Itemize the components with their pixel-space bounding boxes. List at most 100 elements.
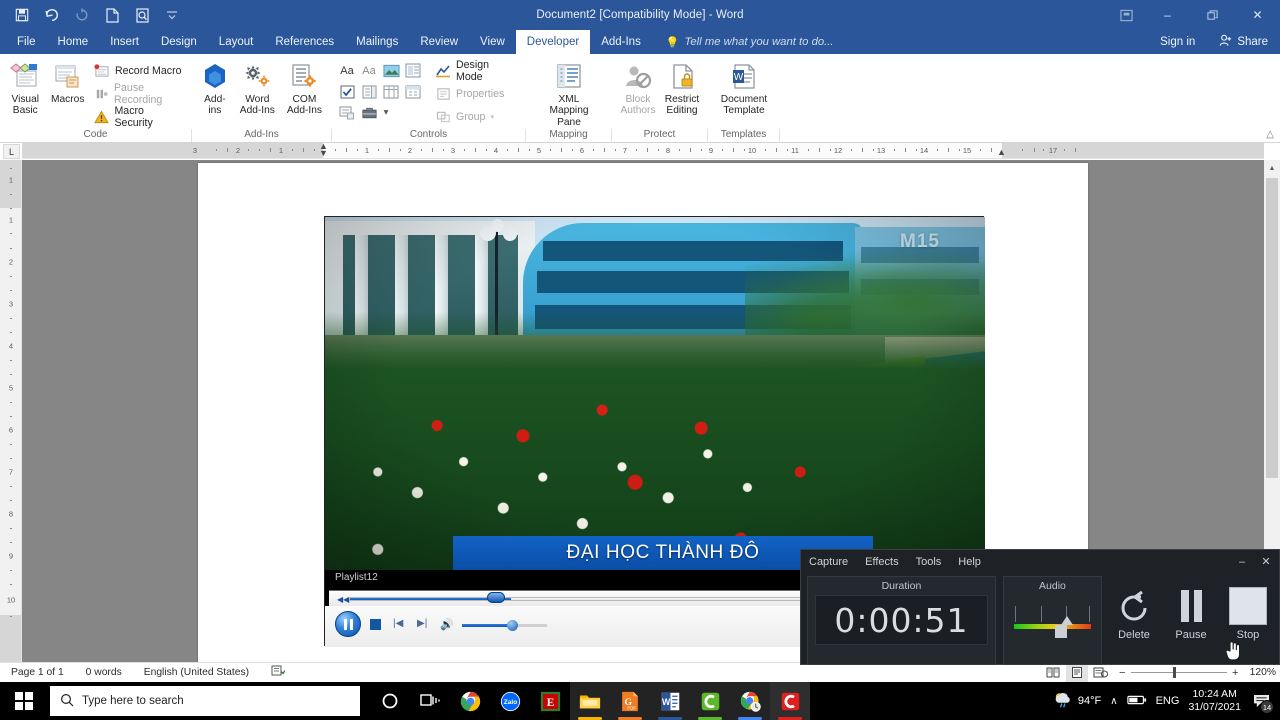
picture-content-control[interactable] bbox=[381, 61, 401, 80]
tab-view[interactable]: View bbox=[469, 30, 516, 54]
ribbon-display-options-icon[interactable] bbox=[1107, 0, 1145, 30]
macros-button[interactable]: Macros bbox=[47, 58, 87, 105]
tab-file[interactable]: File bbox=[6, 30, 47, 54]
date-picker-content-control[interactable] bbox=[403, 82, 423, 101]
audio-level-thumb[interactable] bbox=[1060, 616, 1073, 625]
camtasia-recorder-window[interactable]: Capture Effects Tools Help – ✕ Duration … bbox=[800, 549, 1280, 665]
zoom-thumb[interactable] bbox=[1172, 667, 1176, 678]
zoom-in-button[interactable]: + bbox=[1231, 667, 1240, 679]
tab-developer[interactable]: Developer bbox=[515, 30, 591, 54]
restrict-editing-button[interactable]: Restrict Editing bbox=[661, 58, 703, 117]
restore-button[interactable] bbox=[1190, 0, 1235, 30]
tab-add-ins[interactable]: Add-Ins bbox=[590, 30, 652, 54]
start-button[interactable] bbox=[0, 682, 48, 720]
next-button[interactable]: ▶| bbox=[417, 618, 427, 629]
battery-icon[interactable] bbox=[1126, 694, 1147, 709]
zoom-slider[interactable]: − + bbox=[1118, 667, 1240, 679]
combo-box-content-control[interactable] bbox=[359, 82, 379, 101]
repeating-section-content-control[interactable] bbox=[337, 103, 357, 122]
rich-text-content-control[interactable]: Aa bbox=[337, 61, 357, 80]
eclipse-icon[interactable]: E bbox=[530, 682, 570, 720]
audio-level-thumb-body[interactable] bbox=[1054, 625, 1067, 638]
camtasia-studio-icon[interactable] bbox=[690, 682, 730, 720]
tab-review[interactable]: Review bbox=[409, 30, 469, 54]
language-indicator[interactable]: English (United States) bbox=[133, 667, 260, 678]
proofing-errors-icon[interactable] bbox=[260, 665, 296, 680]
scroll-up-button[interactable]: ▲ bbox=[1264, 160, 1280, 176]
weather-widget[interactable]: 94°F bbox=[1053, 691, 1101, 712]
tab-insert[interactable]: Insert bbox=[99, 30, 150, 54]
play-pause-button[interactable] bbox=[335, 611, 361, 637]
mute-button[interactable]: 🔊 bbox=[440, 618, 454, 631]
google-chrome-icon[interactable] bbox=[450, 682, 490, 720]
recorder-minimize-button[interactable]: – bbox=[1231, 550, 1253, 573]
zoom-out-button[interactable]: − bbox=[1118, 667, 1127, 679]
chrome-secondary-icon[interactable] bbox=[730, 682, 770, 720]
add-ins-button[interactable]: Add- ins bbox=[197, 58, 233, 117]
document-template-button[interactable]: W Document Template bbox=[713, 58, 775, 117]
camtasia-recorder-icon[interactable] bbox=[770, 682, 810, 720]
scrollbar-thumb[interactable] bbox=[1266, 178, 1278, 478]
menu-help[interactable]: Help bbox=[958, 556, 981, 568]
drop-down-list-content-control[interactable] bbox=[381, 82, 401, 101]
word-add-ins-button[interactable]: Word Add-Ins bbox=[235, 58, 280, 117]
stop-button[interactable] bbox=[370, 619, 381, 630]
tab-layout[interactable]: Layout bbox=[208, 30, 265, 54]
vertical-ruler[interactable]: 1 1 2 3 4 5 6 7 8 9 10 bbox=[0, 160, 22, 662]
horizontal-ruler[interactable]: 3 2 1 1 2 3 4 5 6 7 8 9 10 11 12 13 14 1… bbox=[22, 143, 1264, 159]
tab-mailings[interactable]: Mailings bbox=[345, 30, 409, 54]
previous-button[interactable]: |◀ bbox=[393, 618, 403, 629]
menu-tools[interactable]: Tools bbox=[916, 556, 942, 568]
stop-button[interactable]: Stop bbox=[1223, 586, 1273, 641]
file-explorer-icon[interactable] bbox=[570, 682, 610, 720]
pdf-app-icon[interactable]: G PDF bbox=[610, 682, 650, 720]
delete-button[interactable]: Delete bbox=[1109, 586, 1159, 641]
tab-design[interactable]: Design bbox=[150, 30, 208, 54]
task-view-icon[interactable] bbox=[410, 682, 450, 720]
page-indicator[interactable]: Page 1 of 1 bbox=[0, 667, 75, 678]
language-indicator[interactable]: ENG bbox=[1156, 695, 1180, 707]
read-mode-view-button[interactable] bbox=[1042, 664, 1064, 682]
action-center-icon[interactable]: 14 bbox=[1250, 690, 1274, 714]
video-display[interactable]: M15 ĐẠI HỌC THÀNH ĐÔ bbox=[325, 217, 985, 570]
collapse-ribbon-icon[interactable]: △ bbox=[1266, 129, 1274, 140]
menu-effects[interactable]: Effects bbox=[865, 556, 898, 568]
right-indent-marker[interactable]: ▲ bbox=[997, 147, 1006, 157]
microsoft-word-icon[interactable]: W bbox=[650, 682, 690, 720]
building-block-gallery-content-control[interactable] bbox=[403, 61, 423, 80]
zoom-track[interactable] bbox=[1130, 667, 1227, 678]
chevron-down-icon[interactable]: ▾ bbox=[381, 103, 391, 122]
pause-button[interactable]: Pause bbox=[1166, 586, 1216, 641]
com-add-ins-button[interactable]: COM Add-Ins bbox=[282, 58, 327, 117]
menu-capture[interactable]: Capture bbox=[809, 556, 848, 568]
cortana-icon[interactable] bbox=[370, 682, 410, 720]
tab-references[interactable]: References bbox=[264, 30, 345, 54]
record-macro-button[interactable]: Record Macro bbox=[90, 60, 187, 81]
audio-meter[interactable] bbox=[1012, 600, 1093, 644]
visual-basic-button[interactable]: Visual Basic bbox=[5, 58, 45, 117]
minimize-button[interactable]: – bbox=[1145, 0, 1190, 30]
volume-slider[interactable] bbox=[462, 620, 547, 631]
sign-in-button[interactable]: Sign in bbox=[1154, 36, 1201, 48]
seek-thumb[interactable] bbox=[487, 592, 506, 603]
zoom-percentage[interactable]: 120% bbox=[1246, 667, 1276, 678]
volume-thumb[interactable] bbox=[507, 620, 519, 631]
share-button[interactable]: Share bbox=[1211, 34, 1276, 50]
xml-mapping-pane-button[interactable]: XML Mapping Pane bbox=[538, 58, 600, 128]
macro-security-button[interactable]: Macro Security bbox=[90, 105, 187, 129]
close-button[interactable]: ✕ bbox=[1235, 0, 1280, 30]
print-layout-view-button[interactable] bbox=[1065, 663, 1088, 682]
hanging-indent-marker[interactable]: ▼ bbox=[319, 148, 328, 158]
taskbar-search-box[interactable]: Type here to search bbox=[50, 686, 360, 716]
legacy-tools-icon[interactable] bbox=[359, 103, 379, 122]
zalo-icon[interactable]: Zalo bbox=[490, 682, 530, 720]
design-mode-button[interactable]: Design Mode bbox=[431, 59, 521, 83]
tell-me-search[interactable]: 💡 Tell me what you want to do... bbox=[652, 30, 844, 54]
web-layout-view-button[interactable] bbox=[1090, 664, 1112, 682]
check-box-content-control[interactable] bbox=[337, 82, 357, 101]
rewind-icon[interactable]: ◀◀ bbox=[337, 595, 349, 604]
word-count[interactable]: 0 words bbox=[75, 667, 133, 678]
recorder-close-button[interactable]: ✕ bbox=[1255, 550, 1277, 573]
plain-text-content-control[interactable]: Aa bbox=[359, 61, 379, 80]
tab-stop-selector[interactable]: L bbox=[3, 144, 20, 159]
